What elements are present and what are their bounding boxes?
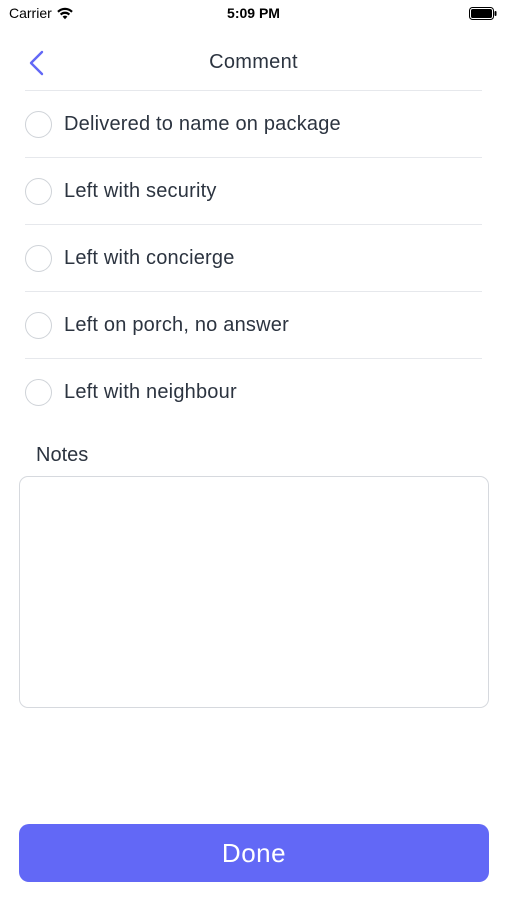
navigation-bar: Comment <box>0 40 507 86</box>
radio-button[interactable] <box>25 110 52 138</box>
option-left-with-neighbour[interactable]: Left with neighbour <box>25 359 482 425</box>
option-left-on-porch[interactable]: Left on porch, no answer <box>25 292 482 359</box>
radio-button[interactable] <box>25 177 52 205</box>
option-label: Left with concierge <box>64 246 235 269</box>
option-label: Left with neighbour <box>64 380 237 403</box>
status-bar: Carrier 5:09 PM <box>0 0 507 28</box>
comment-screen: Carrier 5:09 PM Comment Delivered to nam… <box>0 0 507 900</box>
option-left-with-security[interactable]: Left with security <box>25 158 482 225</box>
option-left-with-concierge[interactable]: Left with concierge <box>25 225 482 292</box>
radio-button[interactable] <box>25 244 52 272</box>
battery-icon <box>469 7 497 20</box>
option-label: Delivered to name on package <box>64 112 341 135</box>
delivery-options-list: Delivered to name on package Left with s… <box>25 91 482 425</box>
notes-textarea[interactable] <box>19 476 489 708</box>
page-title: Comment <box>209 51 298 73</box>
done-button[interactable]: Done <box>19 824 489 882</box>
option-delivered-to-name[interactable]: Delivered to name on package <box>25 91 482 158</box>
radio-button[interactable] <box>25 378 52 406</box>
status-time: 5:09 PM <box>227 5 280 21</box>
radio-button[interactable] <box>25 311 52 339</box>
notes-label: Notes <box>36 444 89 466</box>
option-label: Left with security <box>64 179 217 202</box>
option-label: Left on porch, no answer <box>64 313 289 336</box>
